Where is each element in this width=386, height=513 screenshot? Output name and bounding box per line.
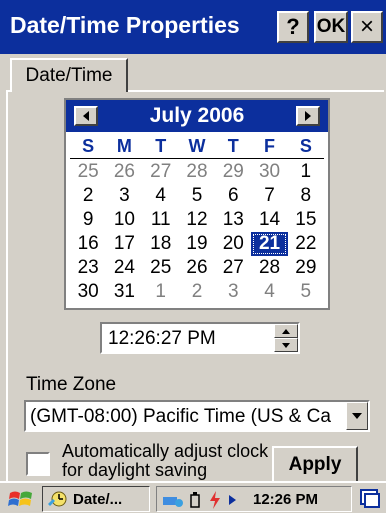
calendar-day[interactable]: 13: [215, 208, 251, 232]
calendar-day[interactable]: 8: [288, 184, 324, 208]
arrow-up-icon: [282, 328, 290, 334]
power-bolt-icon[interactable]: [207, 491, 223, 509]
calendar-day[interactable]: 10: [106, 208, 142, 232]
calendar-day[interactable]: 2: [70, 184, 106, 208]
calendar-day[interactable]: 24: [106, 256, 142, 280]
calendar-day[interactable]: 25: [70, 160, 106, 184]
calendar-day[interactable]: 23: [70, 256, 106, 280]
time-input[interactable]: 12:26:27 PM: [100, 322, 300, 354]
weekday-label: S: [299, 136, 312, 156]
calendar-day[interactable]: 4: [143, 184, 179, 208]
taskbar-task-label: Date/...: [73, 490, 123, 508]
timezone-dropdown-button[interactable]: [346, 402, 368, 430]
calendar-day[interactable]: 28: [251, 256, 287, 280]
calendar-day[interactable]: 15: [288, 208, 324, 232]
start-icon[interactable]: [8, 487, 34, 511]
close-button[interactable]: ×: [351, 11, 383, 43]
calendar-day[interactable]: 17: [106, 232, 142, 256]
weekday-label: S: [82, 136, 95, 156]
arrow-down-icon: [282, 342, 290, 348]
time-spinner: [274, 324, 298, 352]
calendar-day[interactable]: 1: [288, 160, 324, 184]
taskbar-date-time-button[interactable]: Date/...: [42, 486, 150, 512]
window-title: Date/Time Properties: [10, 12, 240, 38]
calendar-day[interactable]: 25: [143, 256, 179, 280]
next-month-button[interactable]: [296, 106, 320, 126]
calendar-day[interactable]: 30: [70, 280, 106, 304]
taskbar-clock[interactable]: 12:26 PM: [253, 491, 318, 508]
prev-month-button[interactable]: [74, 106, 98, 126]
weekday-header: S M T W T F S: [70, 136, 324, 159]
title-bar: Date/Time Properties ? OK ×: [0, 0, 386, 54]
calendar-day[interactable]: 2: [179, 280, 215, 304]
clock-app-icon: [48, 491, 67, 507]
calendar: July 2006 S M T W T F S 25 26 27 28 29 30 1 2 3 4…: [64, 98, 330, 310]
calendar-day[interactable]: 7: [251, 184, 287, 208]
calendar-day[interactable]: 3: [106, 184, 142, 208]
weekday-label: M: [116, 136, 132, 156]
ok-button[interactable]: OK: [314, 11, 348, 43]
calendar-day[interactable]: 26: [179, 256, 215, 280]
calendar-day[interactable]: 20: [215, 232, 251, 256]
calendar-day[interactable]: 11: [143, 208, 179, 232]
calendar-day[interactable]: 27: [215, 256, 251, 280]
weekday-label: T: [155, 136, 167, 156]
calendar-day[interactable]: 26: [106, 160, 142, 184]
arrow-right-icon: [305, 111, 311, 121]
system-tray: 12:26 PM: [156, 486, 352, 512]
help-button[interactable]: ?: [277, 11, 309, 43]
time-value[interactable]: 12:26:27 PM: [108, 328, 216, 350]
calendar-day[interactable]: 29: [288, 256, 324, 280]
dst-checkbox-label[interactable]: Automatically adjust clock for daylight …: [62, 442, 272, 480]
calendar-day[interactable]: 29: [215, 160, 251, 184]
timezone-value[interactable]: (GMT-08:00) Pacific Time (US & Ca: [30, 406, 346, 428]
calendar-day[interactable]: 16: [70, 232, 106, 256]
calendar-day[interactable]: 12: [179, 208, 215, 232]
calendar-day[interactable]: 9: [70, 208, 106, 232]
network-icon[interactable]: [161, 491, 185, 509]
time-up-button[interactable]: [274, 324, 298, 338]
time-down-button[interactable]: [274, 338, 298, 352]
taskbar: Date/... 12:26 PM: [0, 481, 386, 513]
calendar-day[interactable]: 27: [143, 160, 179, 184]
calendar-day[interactable]: 1: [143, 280, 179, 304]
calendar-day[interactable]: 5: [179, 184, 215, 208]
tab-date-time[interactable]: Date/Time: [10, 58, 128, 92]
arrow-left-icon: [83, 111, 89, 121]
calendar-day[interactable]: 5: [288, 280, 324, 304]
calendar-day[interactable]: 19: [179, 232, 215, 256]
calendar-day[interactable]: 18: [143, 232, 179, 256]
calendar-day[interactable]: 3: [215, 280, 251, 304]
battery-icon[interactable]: [189, 491, 205, 509]
timezone-select[interactable]: (GMT-08:00) Pacific Time (US & Ca: [24, 400, 370, 432]
days-grid: 25 26 27 28 29 30 1 2 3 4 5 6 7 8 9 10 11 12 13 14 15 16 17 18 1…: [70, 160, 324, 304]
chevron-down-icon: [352, 413, 362, 419]
weekday-label: F: [264, 136, 276, 156]
timezone-label: Time Zone: [26, 374, 117, 395]
calendar-day[interactable]: 31: [106, 280, 142, 304]
month-label[interactable]: July 2006: [66, 104, 328, 128]
weekday-label: T: [227, 136, 239, 156]
desktop-icon[interactable]: [358, 487, 382, 511]
calendar-header: July 2006: [66, 100, 328, 132]
calendar-day-selected[interactable]: 21: [251, 232, 288, 256]
calendar-day[interactable]: 4: [251, 280, 287, 304]
weekday-label: W: [188, 136, 206, 156]
calendar-day[interactable]: 28: [179, 160, 215, 184]
calendar-day[interactable]: 14: [251, 208, 287, 232]
calendar-day[interactable]: 30: [251, 160, 287, 184]
tray-arrow-icon[interactable]: [227, 491, 239, 509]
calendar-day[interactable]: 22: [288, 232, 324, 256]
calendar-day[interactable]: 6: [215, 184, 251, 208]
apply-button[interactable]: Apply: [272, 446, 358, 484]
dst-checkbox[interactable]: [26, 452, 50, 476]
